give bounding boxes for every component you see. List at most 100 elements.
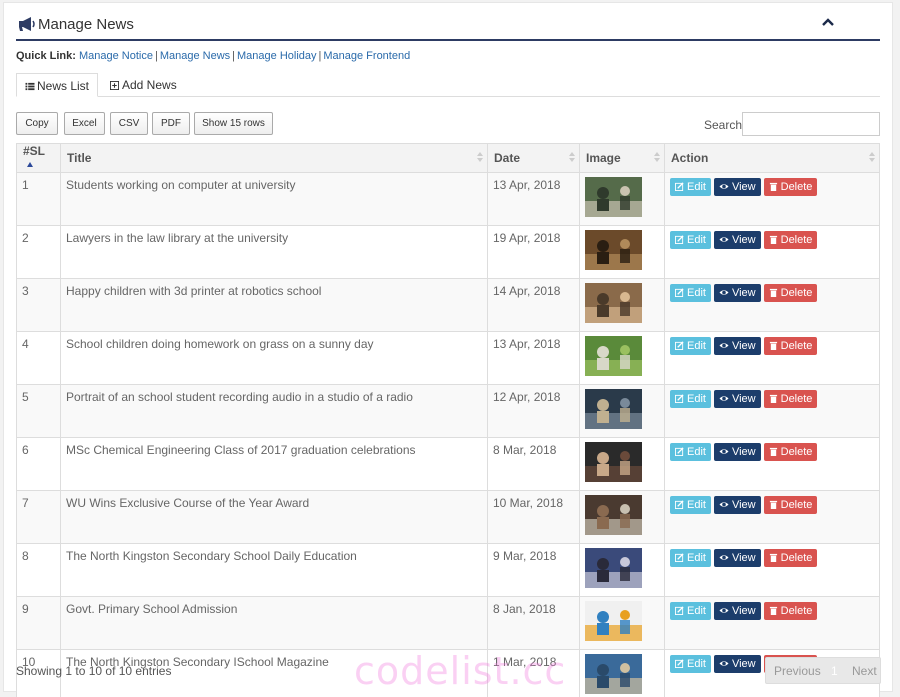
trash-icon [769, 182, 777, 191]
pagination: Previous 1 Next [765, 657, 881, 684]
view-button[interactable]: View [713, 284, 761, 302]
cell-title: WU Wins Exclusive Course of the Year Awa… [60, 490, 488, 544]
view-label: View [731, 181, 756, 193]
col-sl-label: #SL [23, 144, 46, 158]
trash-icon [769, 341, 777, 350]
sort-icon [654, 152, 660, 166]
edit-button[interactable]: Edit [670, 443, 711, 461]
edit-button[interactable]: Edit [670, 284, 711, 302]
trash-icon [769, 553, 777, 562]
view-button[interactable]: View [713, 496, 761, 514]
delete-label: Delete [780, 340, 813, 352]
edit-button[interactable]: Edit [670, 390, 711, 408]
news-thumbnail [585, 654, 642, 694]
quick-link-manage-notice[interactable]: Manage Notice [79, 50, 153, 62]
col-image[interactable]: Image [579, 143, 665, 173]
cell-date: 13 Apr, 2018 [487, 172, 580, 226]
edit-icon [675, 288, 684, 297]
cell-image [579, 331, 665, 385]
cell-sl: 2 [16, 225, 61, 279]
csv-button[interactable]: CSV [110, 112, 148, 135]
view-button[interactable]: View [713, 655, 761, 673]
cell-image [579, 490, 665, 544]
delete-button[interactable]: Delete [763, 178, 818, 196]
col-date[interactable]: Date [487, 143, 580, 173]
pagination-next[interactable]: Next [852, 664, 877, 678]
table-row: 1 Students working on computer at univer… [16, 172, 880, 226]
edit-button[interactable]: Edit [670, 602, 711, 620]
col-sl[interactable]: #SL [16, 143, 61, 173]
pdf-button[interactable]: PDF [152, 112, 190, 135]
news-thumbnail [585, 601, 642, 641]
pagination-previous[interactable]: Previous [774, 664, 821, 678]
table-header-row: #SL Title Date Image Action [16, 143, 880, 173]
tab-news-list[interactable]: News List [16, 73, 99, 97]
cell-date: 14 Apr, 2018 [487, 278, 580, 332]
news-thumbnail [585, 283, 642, 323]
edit-button[interactable]: Edit [670, 549, 711, 567]
table-row: 6 MSc Chemical Engineering Class of 2017… [16, 437, 880, 491]
quick-link-manage-frontend[interactable]: Manage Frontend [323, 50, 410, 62]
edit-label: Edit [687, 340, 706, 352]
edit-button[interactable]: Edit [670, 655, 711, 673]
edit-label: Edit [687, 552, 706, 564]
view-button[interactable]: View [713, 443, 761, 461]
show-rows-button[interactable]: Show 15 rows [194, 112, 273, 135]
excel-button[interactable]: Excel [64, 112, 105, 135]
col-date-label: Date [494, 151, 521, 165]
table-info: Showing 1 to 10 of 10 entries [16, 664, 172, 678]
edit-label: Edit [687, 287, 706, 299]
col-action[interactable]: Action [664, 143, 880, 173]
view-label: View [731, 658, 756, 670]
search-input[interactable] [742, 112, 880, 136]
table-row: 5 Portrait of an school student recordin… [16, 384, 880, 438]
cell-action: Edit View Delete [664, 490, 880, 544]
view-button[interactable]: View [713, 178, 761, 196]
view-button[interactable]: View [713, 337, 761, 355]
edit-button[interactable]: Edit [670, 178, 711, 196]
news-thumbnail [585, 442, 642, 482]
quick-link-label: Quick Link: [16, 50, 76, 62]
quick-link-manage-news[interactable]: Manage News [160, 50, 230, 62]
eye-icon [719, 555, 729, 560]
delete-button[interactable]: Delete [763, 496, 818, 514]
cell-action: Edit View Delete [664, 172, 880, 226]
col-title-label: Title [67, 151, 92, 165]
cell-action: Edit View Delete [664, 331, 880, 385]
view-button[interactable]: View [713, 602, 761, 620]
edit-button[interactable]: Edit [670, 337, 711, 355]
view-button[interactable]: View [713, 549, 761, 567]
delete-button[interactable]: Delete [763, 284, 818, 302]
col-title[interactable]: Title [60, 143, 488, 173]
table-row: 9 Govt. Primary School Admission 8 Jan, … [16, 596, 880, 650]
edit-button[interactable]: Edit [670, 496, 711, 514]
tab-add-news[interactable]: Add News [102, 73, 185, 97]
cell-image [579, 384, 665, 438]
cell-action: Edit View Delete [664, 384, 880, 438]
pagination-current[interactable]: 1 [831, 664, 838, 678]
megaphone-icon [19, 17, 35, 31]
cell-date: 12 Apr, 2018 [487, 384, 580, 438]
cell-image [579, 437, 665, 491]
delete-button[interactable]: Delete [763, 602, 818, 620]
chevron-up-icon[interactable] [822, 17, 834, 27]
delete-label: Delete [780, 287, 813, 299]
quick-link-manage-holiday[interactable]: Manage Holiday [237, 50, 317, 62]
delete-button[interactable]: Delete [763, 443, 818, 461]
edit-button[interactable]: Edit [670, 231, 711, 249]
edit-icon [675, 606, 684, 615]
cell-sl: 5 [16, 384, 61, 438]
copy-button[interactable]: Copy [16, 112, 58, 135]
view-button[interactable]: View [713, 231, 761, 249]
col-action-label: Action [671, 151, 709, 165]
delete-button[interactable]: Delete [763, 337, 818, 355]
delete-button[interactable]: Delete [763, 390, 818, 408]
sort-icon [569, 152, 575, 166]
delete-button[interactable]: Delete [763, 231, 818, 249]
view-button[interactable]: View [713, 390, 761, 408]
cell-image [579, 543, 665, 597]
edit-label: Edit [687, 605, 706, 617]
eye-icon [719, 184, 729, 189]
edit-label: Edit [687, 234, 706, 246]
delete-button[interactable]: Delete [763, 549, 818, 567]
